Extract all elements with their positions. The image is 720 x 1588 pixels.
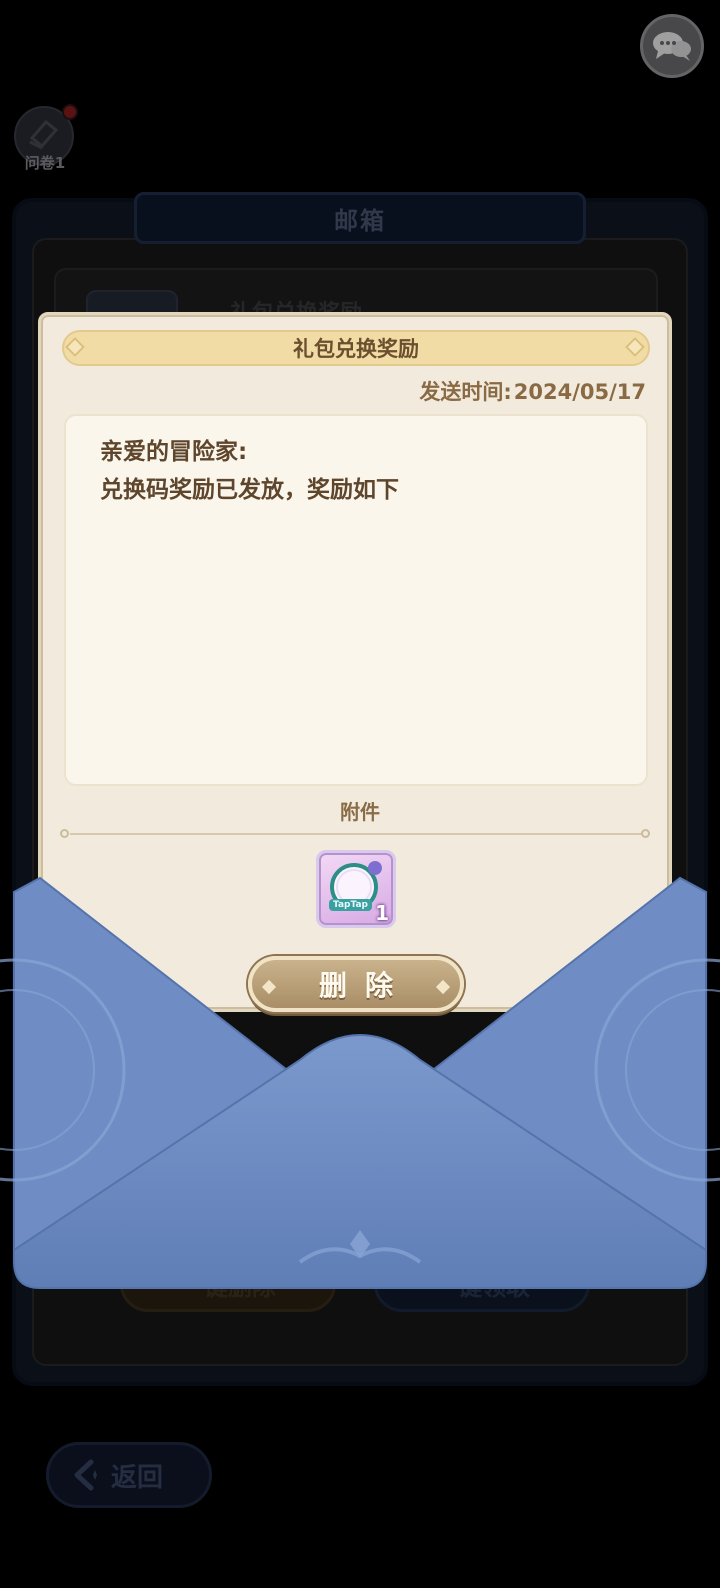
- attachment-divider: [70, 833, 646, 835]
- send-time-label: 发送时间:: [419, 380, 512, 404]
- letter-greeting: 亲爱的冒险家:: [100, 439, 248, 465]
- letter-title: 礼包兑换奖励: [293, 337, 419, 361]
- button-gem-icon: [435, 979, 451, 995]
- attachment-label: 附件: [340, 800, 380, 824]
- button-gem-icon: [261, 979, 277, 995]
- attachment-quantity: 1: [375, 901, 389, 925]
- divider-dot: [60, 829, 69, 838]
- attachment-tag: TapTap: [329, 899, 372, 911]
- delete-label: 删除: [318, 969, 411, 1002]
- attachment-item[interactable]: TapTap 1: [316, 850, 396, 928]
- letter-title-bar: 礼包兑换奖励: [62, 330, 650, 366]
- send-time: 发送时间:2024/05/17: [417, 376, 646, 406]
- divider-dot: [641, 829, 650, 838]
- letter-content: 兑换码奖励已发放，奖励如下: [100, 477, 399, 503]
- delete-button[interactable]: 删除: [248, 956, 464, 1012]
- send-time-value: 2024/05/17: [513, 380, 646, 404]
